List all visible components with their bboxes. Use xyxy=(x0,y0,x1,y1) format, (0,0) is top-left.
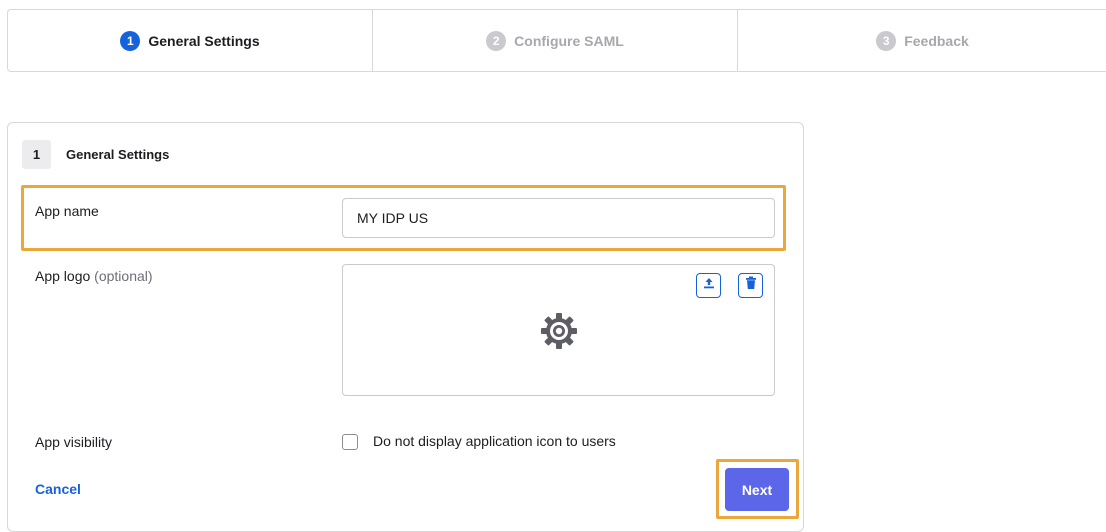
next-button[interactable]: Next xyxy=(725,468,789,511)
trash-icon xyxy=(745,276,757,295)
section-number: 1 xyxy=(22,140,51,169)
app-logo-dropzone[interactable] xyxy=(342,264,775,396)
app-name-input[interactable] xyxy=(342,198,775,238)
step-general-settings[interactable]: 1 General Settings xyxy=(8,10,372,71)
step-feedback[interactable]: 3 Feedback xyxy=(737,10,1106,71)
upload-icon xyxy=(702,276,716,295)
step-number-badge: 1 xyxy=(120,30,141,51)
delete-logo-button[interactable] xyxy=(738,273,763,298)
app-visibility-label: App visibility xyxy=(35,434,113,450)
step-label: Configure SAML xyxy=(514,32,624,49)
step-number-badge: 3 xyxy=(876,30,897,51)
upload-logo-button[interactable] xyxy=(696,273,721,298)
cancel-link[interactable]: Cancel xyxy=(35,481,81,497)
step-label: General Settings xyxy=(148,32,260,49)
optional-hint: (optional) xyxy=(94,268,153,284)
gear-icon xyxy=(539,311,579,356)
app-logo-label-text: App logo xyxy=(35,268,91,284)
hide-app-icon-label[interactable]: Do not display application icon to users xyxy=(373,433,616,449)
step-configure-saml[interactable]: 2 Configure SAML xyxy=(372,10,737,71)
hide-app-icon-checkbox[interactable] xyxy=(342,434,358,450)
section-header: 1 General Settings xyxy=(22,140,169,169)
step-number-badge: 2 xyxy=(486,30,507,51)
section-title: General Settings xyxy=(66,147,170,162)
app-logo-label: App logo (optional) xyxy=(35,268,153,284)
step-label: Feedback xyxy=(904,32,969,49)
wizard-stepper: 1 General Settings 2 Configure SAML 3 Fe… xyxy=(7,9,1106,72)
app-name-label: App name xyxy=(35,203,99,219)
